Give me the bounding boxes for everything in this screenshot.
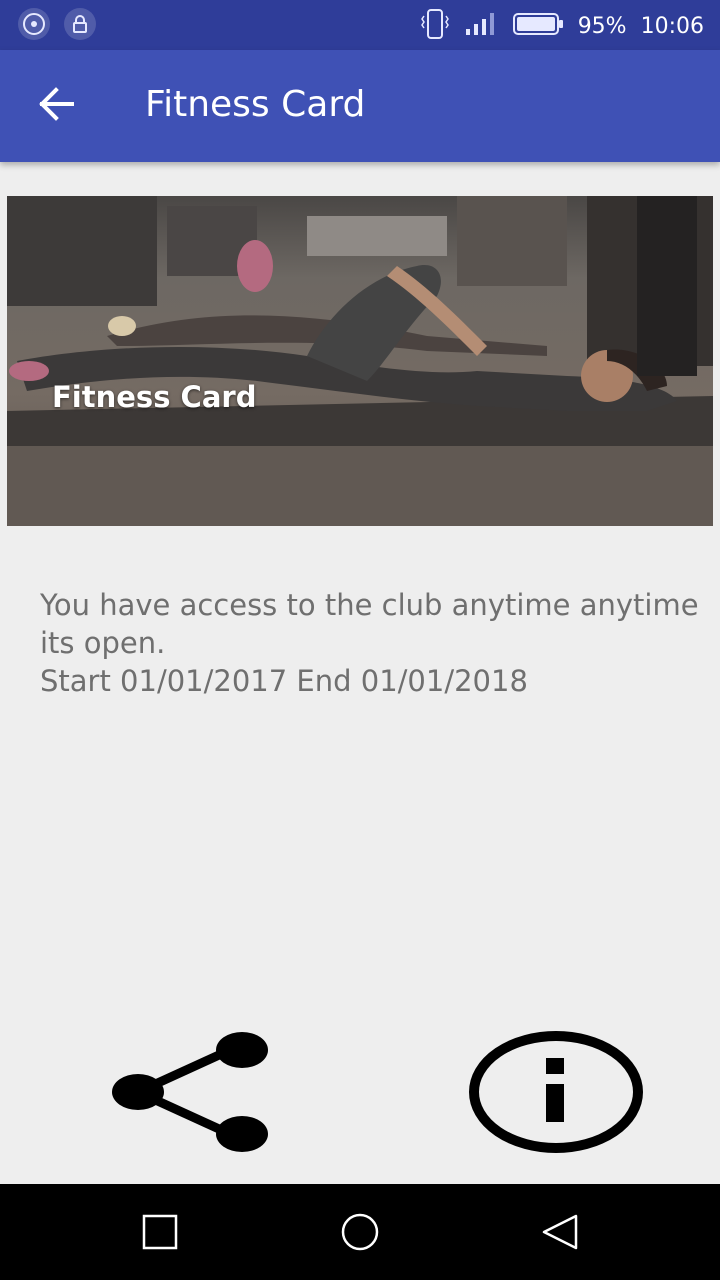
gym-photo bbox=[7, 196, 713, 526]
recents-button[interactable] bbox=[132, 1204, 188, 1260]
home-circle-icon bbox=[341, 1213, 379, 1251]
hero-image: Fitness Card bbox=[7, 196, 713, 526]
arrow-back-icon bbox=[39, 87, 74, 121]
recents-square-icon bbox=[142, 1214, 178, 1250]
info-icon bbox=[469, 1031, 643, 1153]
status-left-icons bbox=[18, 8, 96, 40]
status-bar: 95% 10:06 bbox=[0, 0, 720, 50]
home-button[interactable] bbox=[332, 1204, 388, 1260]
page-title: Fitness Card bbox=[145, 84, 366, 125]
cd-icon bbox=[18, 8, 50, 40]
status-time: 10:06 bbox=[640, 13, 704, 39]
nav-back-button[interactable] bbox=[532, 1204, 588, 1260]
info-button[interactable] bbox=[466, 1028, 646, 1156]
battery-percent: 95% bbox=[577, 13, 627, 39]
battery-icon bbox=[512, 11, 564, 41]
back-triangle-icon bbox=[542, 1214, 578, 1250]
share-button[interactable] bbox=[108, 1028, 274, 1156]
share-icon bbox=[112, 1032, 268, 1152]
vibrate-icon bbox=[420, 6, 450, 46]
membership-description: You have access to the club anytime anyt… bbox=[40, 588, 699, 698]
status-right: 95% 10:06 bbox=[420, 6, 704, 46]
lock-icon bbox=[64, 8, 96, 40]
hero-caption: Fitness Card bbox=[52, 380, 257, 414]
system-nav-bar bbox=[0, 1184, 720, 1280]
signal-icon bbox=[464, 11, 498, 41]
back-button[interactable] bbox=[26, 74, 86, 134]
app-bar: Fitness Card bbox=[0, 50, 720, 162]
